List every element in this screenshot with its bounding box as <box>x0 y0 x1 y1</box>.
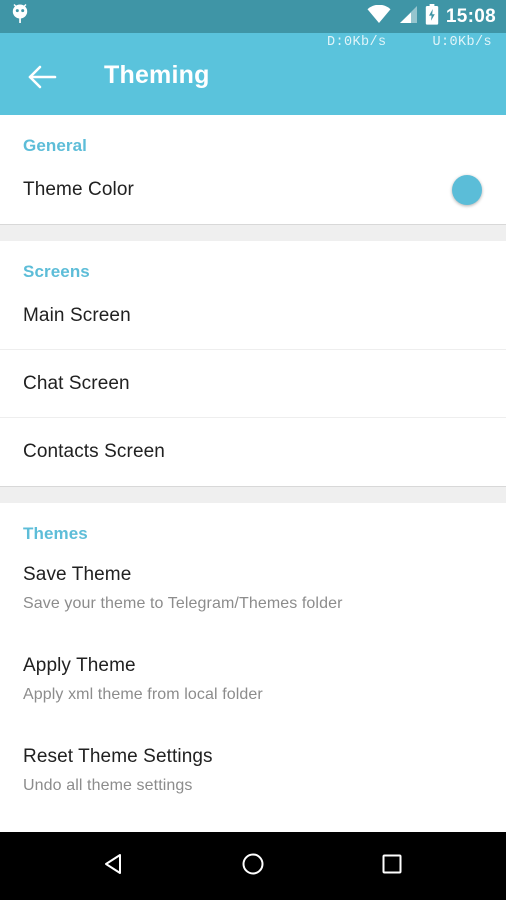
nav-home-button[interactable] <box>224 837 282 895</box>
row-chat-screen[interactable]: Chat Screen <box>0 350 506 418</box>
app-bar: D:0Kb/s U:0Kb/s Theming <box>0 33 506 115</box>
row-reset-theme-settings[interactable]: Reset Theme Settings Undo all theme sett… <box>0 726 506 817</box>
status-bar: 15:08 <box>0 0 506 33</box>
settings-list[interactable]: General Theme Color Screens Main Screen … <box>0 115 506 832</box>
row-main-screen[interactable]: Main Screen <box>0 282 506 350</box>
back-arrow-icon <box>27 64 57 95</box>
row-subtitle: Undo all theme settings <box>23 777 193 794</box>
nav-back-triangle-icon <box>101 851 127 882</box>
nav-home-circle-icon <box>240 851 266 882</box>
row-title: Contacts Screen <box>23 441 165 462</box>
status-bar-left-icons <box>10 3 30 30</box>
section-header-screens: Screens <box>23 262 90 281</box>
section-divider <box>0 486 506 503</box>
section-general: General Theme Color <box>0 115 506 224</box>
status-bar-clock: 15:08 <box>445 6 496 27</box>
cell-signal-icon <box>398 5 418 29</box>
upload-speed-label: U:0Kb/s <box>432 35 492 50</box>
row-subtitle: Apply xml theme from local folder <box>23 686 263 703</box>
nav-recents-button[interactable] <box>363 837 421 895</box>
back-button[interactable] <box>20 59 64 99</box>
row-title: Save Theme <box>23 564 132 585</box>
row-title: Apply Theme <box>23 655 136 676</box>
download-speed-label: D:0Kb/s <box>326 35 387 50</box>
section-divider <box>0 224 506 241</box>
network-speed-indicator: D:0Kb/s U:0Kb/s <box>327 35 492 50</box>
row-title: Chat Screen <box>23 372 130 394</box>
section-header-general: General <box>23 136 88 155</box>
row-theme-color[interactable]: Theme Color <box>0 156 506 224</box>
row-contacts-screen[interactable]: Contacts Screen <box>0 418 506 486</box>
nav-back-button[interactable] <box>85 837 143 895</box>
theme-color-swatch[interactable] <box>452 175 482 205</box>
android-navigation-bar <box>0 832 506 900</box>
row-subtitle: Save your theme to Telegram/Themes folde… <box>23 595 343 612</box>
section-header-themes: Themes <box>23 524 88 543</box>
nav-recents-square-icon <box>379 851 405 882</box>
android-robot-icon <box>10 3 30 30</box>
row-title: Reset Theme Settings <box>23 746 213 767</box>
status-bar-right-icons: 15:08 <box>367 3 496 30</box>
row-title: Main Screen <box>23 304 131 326</box>
battery-charging-icon <box>425 3 439 30</box>
page-title: Theming <box>104 61 210 89</box>
row-title: Theme Color <box>23 179 134 200</box>
wifi-icon <box>367 4 391 29</box>
section-themes: Themes Save Theme Save your theme to Tel… <box>0 503 506 817</box>
section-screens: Screens Main Screen Chat Screen Contacts… <box>0 241 506 486</box>
row-apply-theme[interactable]: Apply Theme Apply xml theme from local f… <box>0 635 506 726</box>
row-save-theme[interactable]: Save Theme Save your theme to Telegram/T… <box>0 544 506 635</box>
